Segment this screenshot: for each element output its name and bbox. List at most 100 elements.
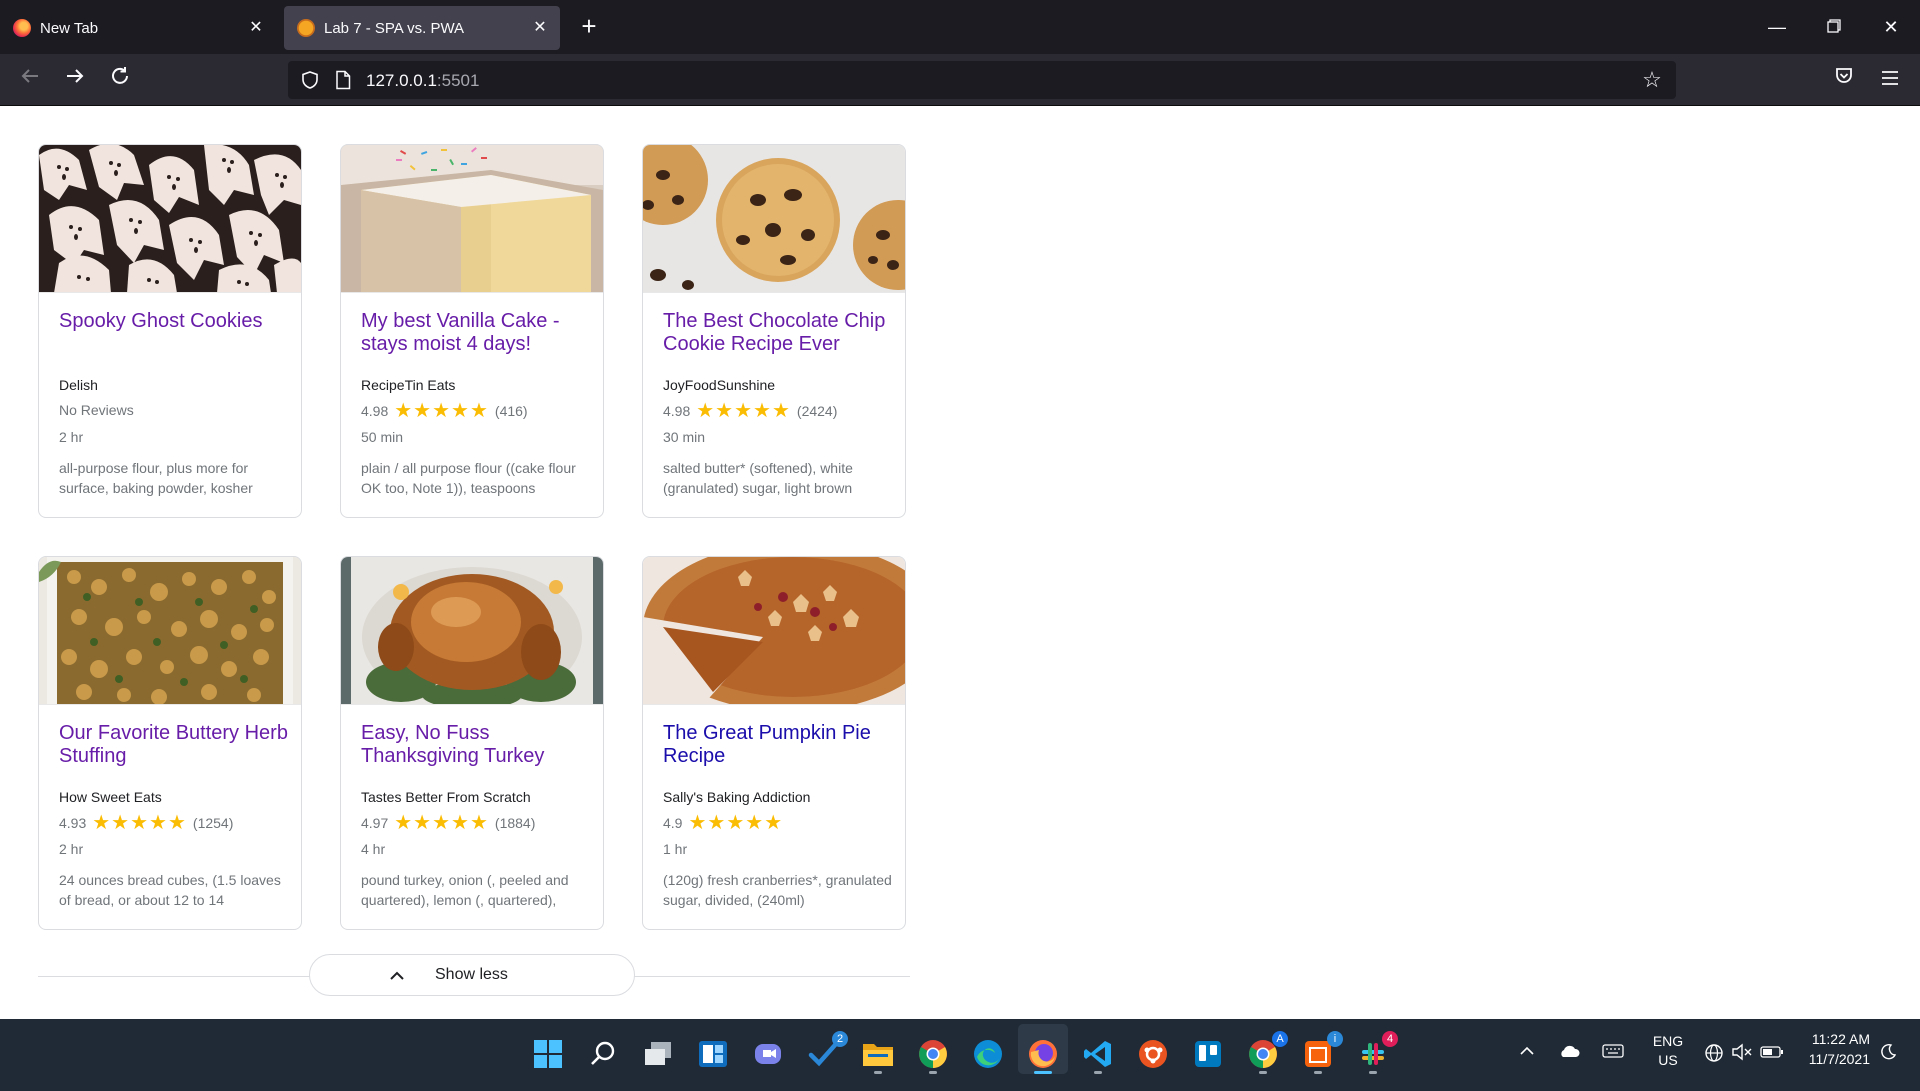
app-icon[interactable]: i [1300, 1031, 1343, 1072]
battery-icon[interactable] [1760, 1043, 1784, 1067]
recipe-image-pumpkin-pie [643, 557, 905, 705]
reload-icon[interactable] [105, 65, 135, 95]
recipe-time: 2 hr [59, 841, 84, 857]
active-indicator [1034, 1071, 1052, 1074]
recipe-card[interactable]: Spooky Ghost Cookies Delish No Reviews 2… [38, 144, 302, 518]
show-less-label: Show less [435, 966, 508, 983]
recipe-image-roast-turkey [341, 557, 603, 705]
recipe-rating: 4.93 ★★★★★ (1254) [59, 812, 234, 834]
recipe-ingredients: all-purpose flour, plus more for surface… [59, 460, 253, 496]
rating-stars-icon: ★★★★★ [688, 812, 784, 834]
running-indicator [929, 1071, 937, 1074]
ubuntu-icon[interactable] [1135, 1036, 1171, 1072]
chrome-profile-icon[interactable]: A [1245, 1031, 1288, 1072]
recipe-card[interactable]: My best Vanilla Cake - stays moist 4 day… [340, 144, 604, 518]
recipe-title-link[interactable]: Our Favorite Buttery Herb Stuffing [59, 722, 289, 768]
region-code: US [1658, 1052, 1678, 1068]
page-info-icon[interactable] [334, 70, 352, 90]
chrome-icon[interactable] [915, 1036, 951, 1072]
file-explorer-icon[interactable] [860, 1036, 896, 1072]
notification-moon-icon[interactable] [1876, 1043, 1900, 1067]
chevron-up-icon [390, 971, 404, 980]
minimize-icon[interactable]: — [1762, 12, 1792, 42]
close-tab-icon[interactable]: ✕ [246, 18, 266, 38]
recipe-rating: No Reviews [59, 402, 134, 418]
task-view-icon[interactable] [640, 1036, 676, 1072]
recipe-ingredients: pound turkey, onion (, peeled and quarte… [361, 872, 569, 908]
recipe-time: 1 hr [663, 841, 688, 857]
recipe-image-chocolate-chip-cookies [643, 145, 905, 293]
recipe-title-link[interactable]: Easy, No Fuss Thanksgiving Turkey [361, 722, 591, 768]
running-indicator [1094, 1071, 1102, 1074]
recipe-ingredients: (120g) fresh cranberries*, granulated su… [663, 872, 892, 908]
clock[interactable]: 11:22 AM 11/7/2021 [1800, 1031, 1870, 1067]
recipe-time: 50 min [361, 429, 404, 445]
clock-date: 11/7/2021 [1808, 1051, 1870, 1067]
todo-badge: 2 [832, 1031, 848, 1047]
edge-icon[interactable] [970, 1036, 1006, 1072]
close-window-icon[interactable]: ✕ [1876, 12, 1906, 42]
recipe-title-link[interactable]: Spooky Ghost Cookies [59, 310, 289, 333]
rating-stars-icon: ★★★★★ [394, 400, 489, 422]
running-indicator [1259, 1071, 1267, 1074]
language-indicator[interactable]: ENG US [1650, 1033, 1686, 1068]
recipe-title-link[interactable]: My best Vanilla Cake - stays moist 4 day… [361, 310, 591, 356]
windows-taskbar: 2 A i 4 ENG US 11:22 AM 11/7/2021 [0, 1019, 1920, 1091]
show-less-button[interactable]: Show less [309, 954, 635, 996]
running-indicator [874, 1071, 882, 1074]
running-indicator [1314, 1071, 1322, 1074]
recipe-time: 4 hr [361, 841, 386, 857]
onedrive-cloud-icon[interactable] [1557, 1043, 1581, 1067]
browser-toolbar: 127.0.0.1:5501 ☆ [0, 54, 1920, 106]
recipe-source: Tastes Better From Scratch [361, 789, 531, 805]
hamburger-menu-icon[interactable] [1875, 65, 1905, 95]
rating-stars-icon: ★★★★★ [696, 400, 791, 422]
recipe-image-ghost-cookies [39, 145, 301, 293]
recipe-card[interactable]: Easy, No Fuss Thanksgiving Turkey Tastes… [340, 556, 604, 930]
recipe-title-link[interactable]: The Great Pumpkin Pie Recipe [663, 722, 893, 768]
back-arrow-icon[interactable] [15, 65, 45, 95]
restore-icon[interactable] [1819, 12, 1849, 42]
running-indicator [1369, 1071, 1377, 1074]
search-icon[interactable] [585, 1036, 621, 1072]
teams-chat-icon[interactable] [750, 1036, 786, 1072]
start-icon[interactable] [530, 1036, 566, 1072]
widgets-icon[interactable] [695, 1036, 731, 1072]
tab-lab7[interactable]: Lab 7 - SPA vs. PWA ✕ [284, 6, 560, 50]
new-tab-plus-icon[interactable]: + [574, 12, 604, 42]
volume-muted-icon[interactable] [1730, 1043, 1754, 1067]
recipe-source: How Sweet Eats [59, 789, 162, 805]
trello-icon[interactable] [1190, 1036, 1226, 1072]
recipe-rating: 4.98 ★★★★★ (2424) [663, 400, 838, 422]
firefox-favicon-icon [13, 19, 31, 37]
vscode-icon[interactable] [1080, 1036, 1116, 1072]
browser-tab-bar: New Tab ✕ Lab 7 - SPA vs. PWA ✕ + — ✕ [0, 0, 1920, 54]
recipe-card[interactable]: The Best Chocolate Chip Cookie Recipe Ev… [642, 144, 906, 518]
rating-stars-icon: ★★★★★ [92, 812, 187, 834]
forward-arrow-icon[interactable] [60, 65, 90, 95]
bookmark-star-icon[interactable]: ☆ [1640, 68, 1664, 92]
recipe-rating: 4.98 ★★★★★ (416) [361, 400, 528, 422]
todo-icon[interactable]: 2 [805, 1031, 848, 1072]
url-text: 127.0.0.1:5501 [366, 71, 480, 90]
recipe-card[interactable]: Our Favorite Buttery Herb Stuffing How S… [38, 556, 302, 930]
recipe-card[interactable]: The Great Pumpkin Pie Recipe Sally's Bak… [642, 556, 906, 930]
keyboard-icon[interactable] [1601, 1043, 1625, 1067]
recipe-ingredients: salted butter* (softened), white (granul… [663, 460, 853, 496]
pocket-icon[interactable] [1829, 65, 1859, 95]
app-badge: i [1327, 1031, 1343, 1047]
tracking-protection-shield-icon[interactable] [300, 70, 320, 90]
recipe-rating: 4.97 ★★★★★ (1884) [361, 812, 536, 834]
tab-new-tab[interactable]: New Tab ✕ [0, 6, 276, 50]
tab-title: New Tab [40, 19, 99, 37]
recipe-time: 30 min [663, 429, 706, 445]
network-globe-icon[interactable] [1702, 1043, 1726, 1067]
show-hidden-icons-chevron-icon[interactable] [1515, 1043, 1539, 1067]
slack-icon[interactable]: 4 [1355, 1031, 1398, 1072]
firefox-icon[interactable] [1025, 1036, 1061, 1072]
close-tab-icon[interactable]: ✕ [530, 18, 550, 38]
profile-badge-icon: A [1272, 1031, 1288, 1047]
recipe-title-link[interactable]: The Best Chocolate Chip Cookie Recipe Ev… [663, 310, 893, 356]
slack-badge: 4 [1382, 1031, 1398, 1047]
address-bar[interactable]: 127.0.0.1:5501 ☆ [288, 61, 1676, 99]
